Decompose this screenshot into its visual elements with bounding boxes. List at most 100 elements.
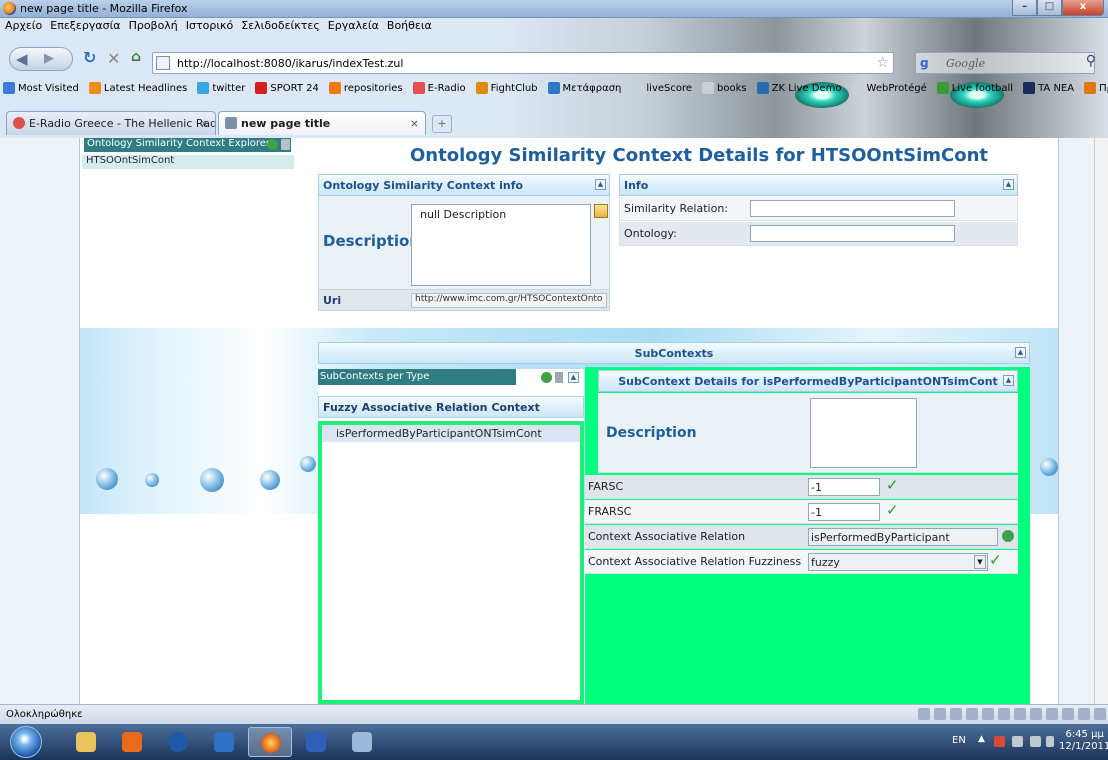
addon-icon[interactable]: [934, 708, 946, 720]
add-icon[interactable]: [541, 372, 552, 383]
ontology-input[interactable]: [750, 225, 955, 242]
volume-icon[interactable]: [1046, 736, 1054, 747]
google-icon[interactable]: g: [920, 56, 929, 70]
menu-help[interactable]: Βοήθεια: [387, 19, 432, 36]
check-icon[interactable]: ✓: [886, 501, 899, 519]
menu-bookmarks[interactable]: Σελιδοδείκτες: [241, 19, 320, 36]
bookmark-item[interactable]: TA NEA: [1023, 78, 1074, 98]
back-icon[interactable]: ◀: [16, 50, 28, 68]
subcontext-list[interactable]: isPerformedByParticipantONTsimCont: [318, 421, 584, 704]
add-icon[interactable]: [267, 139, 278, 150]
bookmark-item[interactable]: Most Visited: [3, 78, 79, 98]
url-bar[interactable]: http://localhost:8080/ikarus/indexTest.z…: [152, 52, 894, 74]
tab-close-icon[interactable]: ×: [410, 117, 419, 130]
menu-tools[interactable]: Εργαλεία: [328, 19, 379, 36]
checkmark-icon: [214, 732, 234, 752]
taskbar-firefox[interactable]: [248, 727, 292, 757]
detail-description-textarea[interactable]: [810, 398, 917, 468]
show-hidden-icons[interactable]: ▲: [978, 734, 985, 744]
reload-icon[interactable]: ↻: [83, 48, 96, 67]
menu-edit[interactable]: Επεξεργασία: [50, 19, 120, 36]
tab-eradio[interactable]: E-Radio Greece - The Hellenic Radi... ×: [6, 111, 216, 135]
search-icon[interactable]: ⚲: [1086, 53, 1096, 69]
edit-icon[interactable]: [594, 204, 608, 218]
language-indicator[interactable]: EN: [952, 735, 966, 746]
bookmark-item[interactable]: Latest Headlines: [88, 78, 187, 98]
maximize-button[interactable]: □: [1037, 0, 1062, 16]
forward-icon[interactable]: ▶: [44, 51, 54, 66]
add-icon[interactable]: [1002, 530, 1014, 542]
bookmark-icon: [328, 82, 341, 94]
delete-icon[interactable]: [555, 372, 563, 383]
home-icon[interactable]: ⌂: [131, 49, 141, 65]
addon-icon[interactable]: [1094, 708, 1106, 720]
taskbar-explorer[interactable]: [64, 727, 108, 757]
clock[interactable]: 6:45 μμ 12/1/2011: [1059, 729, 1108, 753]
farsc-input[interactable]: -1: [808, 478, 880, 496]
collapse-icon[interactable]: ▲: [1003, 375, 1014, 386]
url-text[interactable]: http://localhost:8080/ikarus/indexTest.z…: [177, 57, 403, 70]
addon-icon[interactable]: [966, 708, 978, 720]
check-icon[interactable]: ✓: [886, 476, 899, 494]
taskbar-hp[interactable]: [156, 727, 200, 757]
taskbar-media[interactable]: [110, 727, 154, 757]
minimize-button[interactable]: –: [1012, 0, 1037, 16]
bookmark-item[interactable]: SPORT 24: [255, 78, 319, 98]
tab-close-icon[interactable]: ×: [200, 117, 209, 130]
menu-file[interactable]: Αρχείο: [5, 19, 42, 36]
bookmark-item[interactable]: Μετάφραση: [547, 78, 621, 98]
description-textarea[interactable]: null Description: [411, 204, 591, 286]
collapse-icon[interactable]: ▲: [1003, 179, 1014, 190]
uri-field[interactable]: http://www.imc.com.gr/HTSOContextOnto: [411, 293, 607, 308]
action-center-icon[interactable]: [994, 736, 1005, 747]
collapse-icon[interactable]: ▲: [568, 372, 579, 383]
addon-icon[interactable]: [998, 708, 1010, 720]
bookmark-item[interactable]: books: [702, 78, 747, 98]
frarsc-input[interactable]: -1: [808, 503, 880, 521]
collapse-icon[interactable]: ▲: [595, 179, 606, 190]
addon-icon[interactable]: [982, 708, 994, 720]
taskbar-tasks[interactable]: [202, 727, 246, 757]
taskbar-ide[interactable]: [294, 727, 338, 757]
close-button[interactable]: x: [1062, 0, 1104, 16]
collapse-icon[interactable]: ▲: [1015, 347, 1026, 358]
bookmark-item[interactable]: WebProtégé: [851, 78, 927, 98]
check-icon[interactable]: ✓: [989, 551, 1002, 569]
search-box[interactable]: g Google ⚲: [915, 52, 1096, 74]
explorer-title: Ontology Similarity Context Explorer: [87, 138, 271, 149]
tab-new-page[interactable]: new page title ×: [218, 111, 426, 135]
similarity-relation-input[interactable]: [750, 200, 955, 217]
fuzzy-group-header[interactable]: Fuzzy Associative Relation Context: [318, 396, 584, 418]
menu-view[interactable]: Προβολή: [129, 19, 178, 36]
bookmark-star-icon[interactable]: ☆: [876, 55, 889, 71]
bookmark-item[interactable]: Live football: [936, 78, 1013, 98]
new-tab-button[interactable]: +: [432, 115, 452, 133]
addon-icon[interactable]: [1078, 708, 1090, 720]
addon-icon[interactable]: [1014, 708, 1026, 720]
fuzziness-select[interactable]: fuzzy: [808, 553, 988, 571]
bookmark-item[interactable]: liveScore: [631, 78, 692, 98]
list-item[interactable]: isPerformedByParticipantONTsimCont: [322, 425, 580, 442]
start-button[interactable]: [10, 726, 42, 758]
vertical-scrollbar[interactable]: [1094, 138, 1108, 704]
addon-icon[interactable]: [918, 708, 930, 720]
menu-history[interactable]: Ιστορικό: [186, 19, 234, 36]
stop-icon[interactable]: ✕: [107, 49, 120, 68]
addon-icon[interactable]: [950, 708, 962, 720]
addon-icon[interactable]: [1046, 708, 1058, 720]
network-icon[interactable]: [1012, 736, 1023, 747]
bookmark-item[interactable]: E-Radio: [412, 78, 466, 98]
bookmark-item[interactable]: FightClub: [475, 78, 538, 98]
battery-icon[interactable]: [1030, 736, 1041, 747]
bookmark-item[interactable]: ZK Live Demo: [756, 78, 842, 98]
addon-icon[interactable]: [1030, 708, 1042, 720]
bookmark-item[interactable]: twitter: [197, 78, 245, 98]
bookmark-item[interactable]: repositories: [328, 78, 403, 98]
explorer-item[interactable]: HTSOOntSimCont: [82, 155, 294, 169]
addon-icon[interactable]: [1062, 708, 1074, 720]
chevron-down-icon[interactable]: ▼: [974, 555, 986, 569]
bookmark-item[interactable]: Πρώτο ΘΕΜΑ: [1084, 78, 1108, 98]
delete-icon[interactable]: [281, 139, 290, 150]
context-associative-relation-field[interactable]: isPerformedByParticipant: [808, 528, 998, 546]
taskbar-paint[interactable]: [340, 727, 384, 757]
